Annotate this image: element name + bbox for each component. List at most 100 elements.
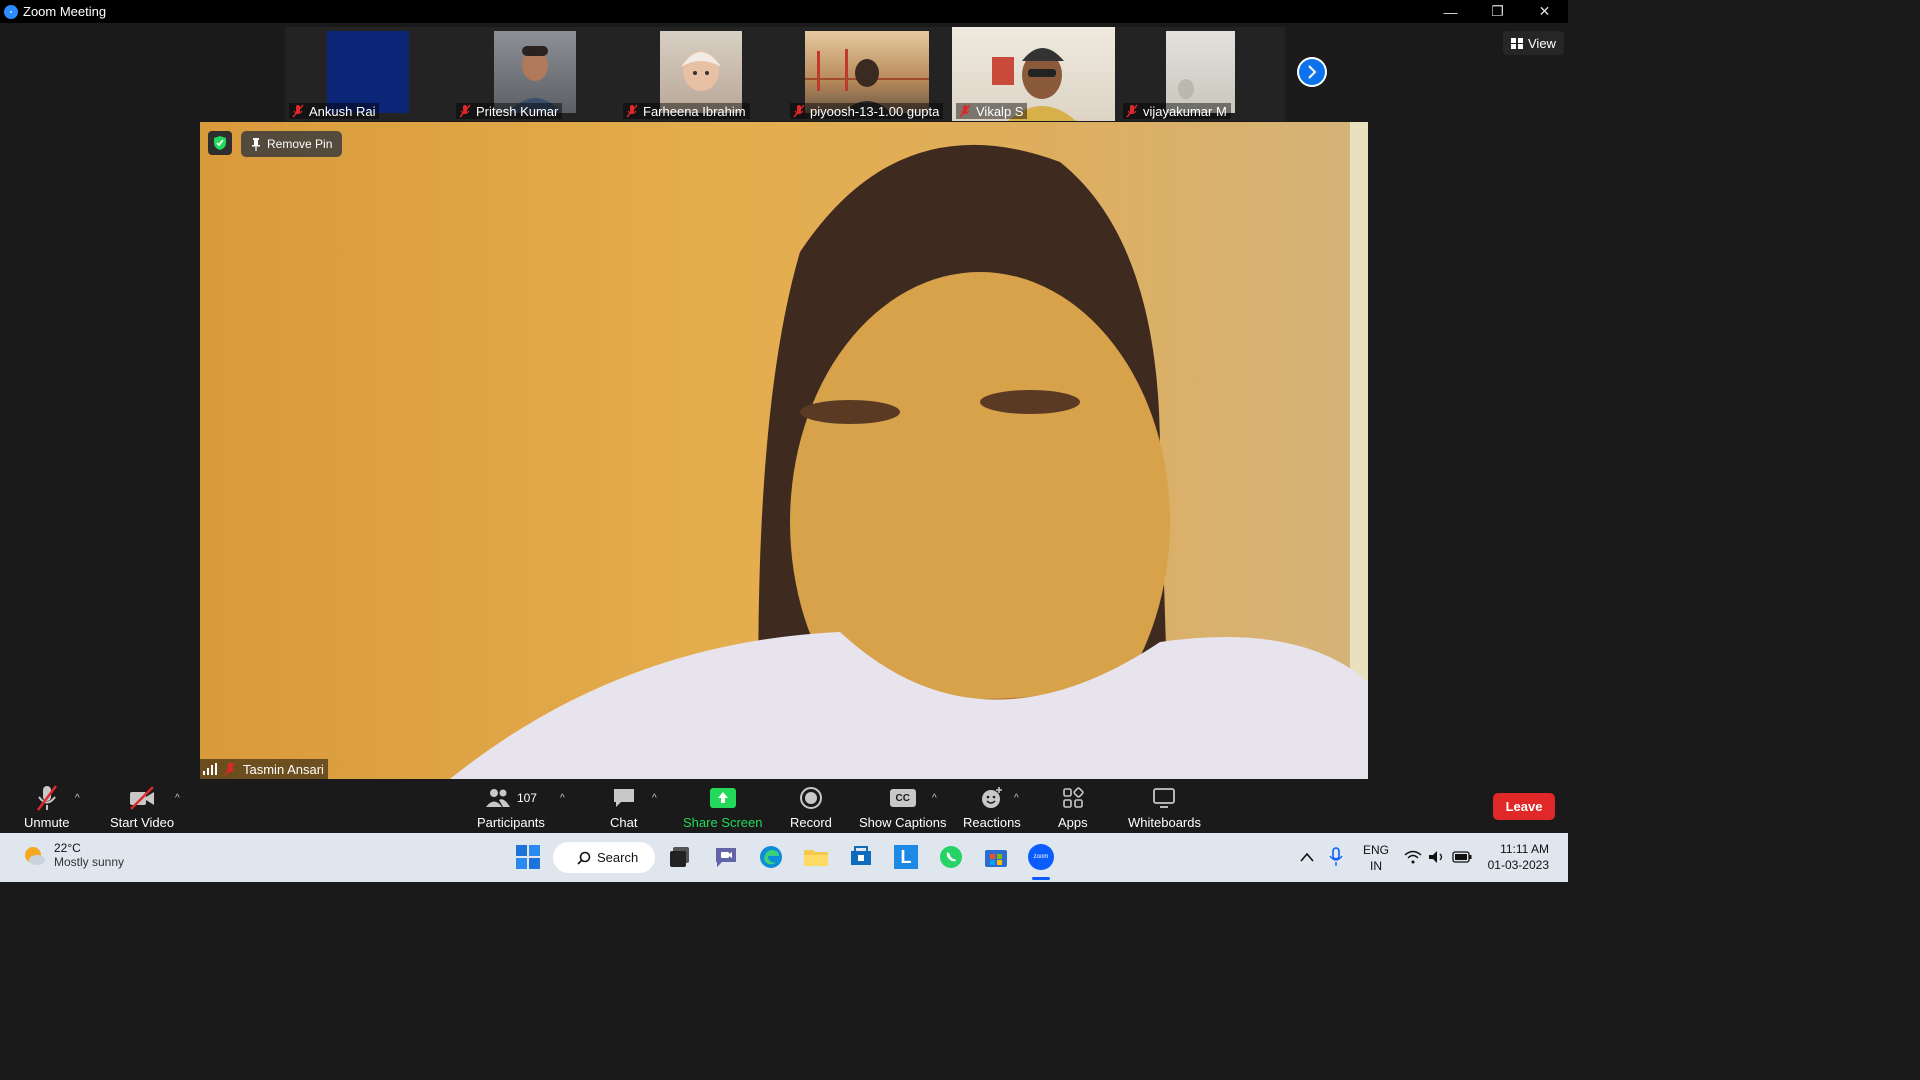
whatsapp-icon[interactable] bbox=[938, 844, 964, 870]
audio-options-caret[interactable]: ^ bbox=[75, 793, 80, 804]
people-icon bbox=[485, 789, 510, 807]
windows-taskbar: 22°C Mostly sunny Search L zoom ENG IN 1… bbox=[0, 833, 1568, 882]
grid-icon bbox=[1511, 37, 1523, 49]
edge-browser-icon[interactable] bbox=[758, 844, 784, 870]
remove-pin-button[interactable]: Remove Pin bbox=[241, 131, 343, 157]
participant-video bbox=[660, 31, 742, 113]
task-view-icon[interactable] bbox=[667, 844, 693, 870]
closed-captions-icon: CC bbox=[889, 783, 916, 813]
muted-microphone-icon bbox=[34, 783, 60, 813]
speaker-video-frame bbox=[450, 122, 1368, 779]
signal-strength-icon bbox=[203, 763, 217, 775]
show-captions-button[interactable]: CC Show Captions bbox=[859, 783, 946, 830]
file-explorer-icon[interactable] bbox=[803, 844, 829, 870]
microsoft-store-icon[interactable] bbox=[983, 844, 1009, 870]
input-language[interactable]: ENG IN bbox=[1363, 842, 1389, 874]
record-button[interactable]: Record bbox=[790, 783, 832, 830]
search-icon bbox=[577, 851, 591, 865]
main-video: Remove Pin Tasmin Ansari bbox=[200, 122, 1368, 779]
reactions-options-caret[interactable]: ^ bbox=[1014, 793, 1019, 804]
chat-options-caret[interactable]: ^ bbox=[652, 793, 657, 804]
participants-options-caret[interactable]: ^ bbox=[560, 793, 565, 804]
participant-thumbnails: Ankush Rai Pritesh Kumar Farheena Ibrahi… bbox=[285, 27, 1285, 121]
participant-name-label: Pritesh Kumar bbox=[456, 103, 563, 119]
participant-video bbox=[494, 31, 576, 113]
participant-tile[interactable]: Pritesh Kumar bbox=[452, 27, 618, 121]
weather-condition: Mostly sunny bbox=[54, 855, 125, 869]
store-bag-icon[interactable] bbox=[848, 844, 874, 870]
zoom-app-icon[interactable]: zoom bbox=[1026, 842, 1056, 872]
participant-tile[interactable]: vijayakumar M bbox=[1119, 27, 1285, 121]
participant-strip: Ankush Rai Pritesh Kumar Farheena Ibrahi… bbox=[0, 23, 1568, 121]
chevron-right-icon bbox=[1299, 59, 1325, 85]
muted-mic-icon bbox=[292, 104, 304, 118]
teams-chat-icon[interactable] bbox=[713, 844, 739, 870]
language-code: ENG bbox=[1363, 843, 1390, 857]
clock-date: 01-03-2023 bbox=[1487, 858, 1549, 872]
participant-video bbox=[805, 31, 929, 113]
taskbar-search[interactable]: Search bbox=[553, 842, 655, 873]
chat-button[interactable]: Chat bbox=[610, 783, 637, 830]
muted-mic-icon bbox=[1126, 104, 1138, 118]
clock-time: 11:11 AM bbox=[1500, 842, 1549, 856]
windows-start-icon[interactable] bbox=[515, 844, 541, 870]
view-button[interactable]: View bbox=[1503, 31, 1564, 55]
whiteboards-button[interactable]: Whiteboards bbox=[1128, 783, 1201, 830]
close-button[interactable]: ✕ bbox=[1521, 0, 1568, 23]
participant-name: Vikalp S bbox=[976, 103, 1024, 119]
leave-button[interactable]: Leave bbox=[1493, 793, 1555, 820]
muted-mic-icon bbox=[224, 762, 236, 776]
temperature: 22°C bbox=[54, 841, 81, 855]
l-app-icon[interactable]: L bbox=[893, 844, 919, 870]
participant-tile[interactable]: Farheena Ibrahim bbox=[619, 27, 785, 121]
participant-video bbox=[327, 31, 409, 113]
wifi-icon[interactable] bbox=[1400, 844, 1426, 870]
system-clock[interactable]: 11:11 AM 01-03-2023 bbox=[1488, 841, 1549, 873]
chat-label: Chat bbox=[610, 815, 638, 830]
title-bar: ● Zoom Meeting — ❐ ✕ bbox=[0, 0, 1568, 23]
chat-bubble-icon bbox=[612, 783, 636, 813]
chevron-up-icon[interactable] bbox=[1294, 844, 1320, 870]
start-video-button[interactable]: Start Video bbox=[110, 783, 174, 830]
speaker-name: Tasmin Ansari bbox=[243, 761, 324, 777]
participants-icon-group: 107 bbox=[485, 783, 537, 813]
share-screen-button[interactable]: Share Screen bbox=[683, 783, 763, 830]
video-options-caret[interactable]: ^ bbox=[175, 793, 180, 804]
muted-mic-icon bbox=[626, 104, 638, 118]
whiteboards-label: Whiteboards bbox=[1128, 815, 1201, 830]
show-captions-label: Show Captions bbox=[859, 815, 947, 830]
apps-icon bbox=[1062, 783, 1084, 813]
view-label: View bbox=[1528, 35, 1556, 51]
encryption-shield-icon[interactable] bbox=[208, 131, 232, 155]
battery-icon[interactable] bbox=[1449, 844, 1475, 870]
participant-tile[interactable]: Vikalp S bbox=[952, 27, 1118, 121]
share-screen-label: Share Screen bbox=[683, 815, 763, 830]
partly-sunny-icon bbox=[25, 847, 45, 865]
unmute-button[interactable]: Unmute bbox=[24, 783, 70, 830]
participants-button[interactable]: 107 Participants bbox=[477, 783, 545, 830]
restore-button[interactable]: ❐ bbox=[1474, 0, 1521, 23]
apps-label: Apps bbox=[1058, 815, 1088, 830]
reactions-button[interactable]: Reactions bbox=[963, 783, 1021, 830]
pin-icon bbox=[252, 137, 260, 151]
window-controls: — ❐ ✕ bbox=[1427, 0, 1568, 23]
participant-tile[interactable]: Ankush Rai bbox=[285, 27, 451, 121]
whiteboard-icon bbox=[1152, 783, 1176, 813]
participant-name: vijayakumar M bbox=[1143, 103, 1227, 119]
participant-name: piyoosh-13-1.00 gupta bbox=[810, 103, 940, 119]
participants-label: Participants bbox=[477, 815, 545, 830]
muted-mic-icon bbox=[459, 104, 471, 118]
share-screen-icon bbox=[709, 783, 736, 813]
microphone-tray-icon[interactable] bbox=[1323, 844, 1349, 870]
volume-icon[interactable] bbox=[1424, 844, 1450, 870]
language-region: IN bbox=[1370, 859, 1382, 873]
apps-button[interactable]: Apps bbox=[1058, 783, 1088, 830]
minimize-button[interactable]: — bbox=[1427, 0, 1474, 23]
weather-widget[interactable]: 22°C Mostly sunny bbox=[22, 841, 124, 869]
participants-count: 107 bbox=[516, 791, 537, 805]
remove-pin-label: Remove Pin bbox=[267, 137, 333, 151]
participant-tile[interactable]: piyoosh-13-1.00 gupta bbox=[786, 27, 952, 121]
captions-options-caret[interactable]: ^ bbox=[932, 793, 937, 804]
participant-name-label: vijayakumar M bbox=[1123, 103, 1231, 119]
next-page-button[interactable] bbox=[1297, 57, 1327, 87]
